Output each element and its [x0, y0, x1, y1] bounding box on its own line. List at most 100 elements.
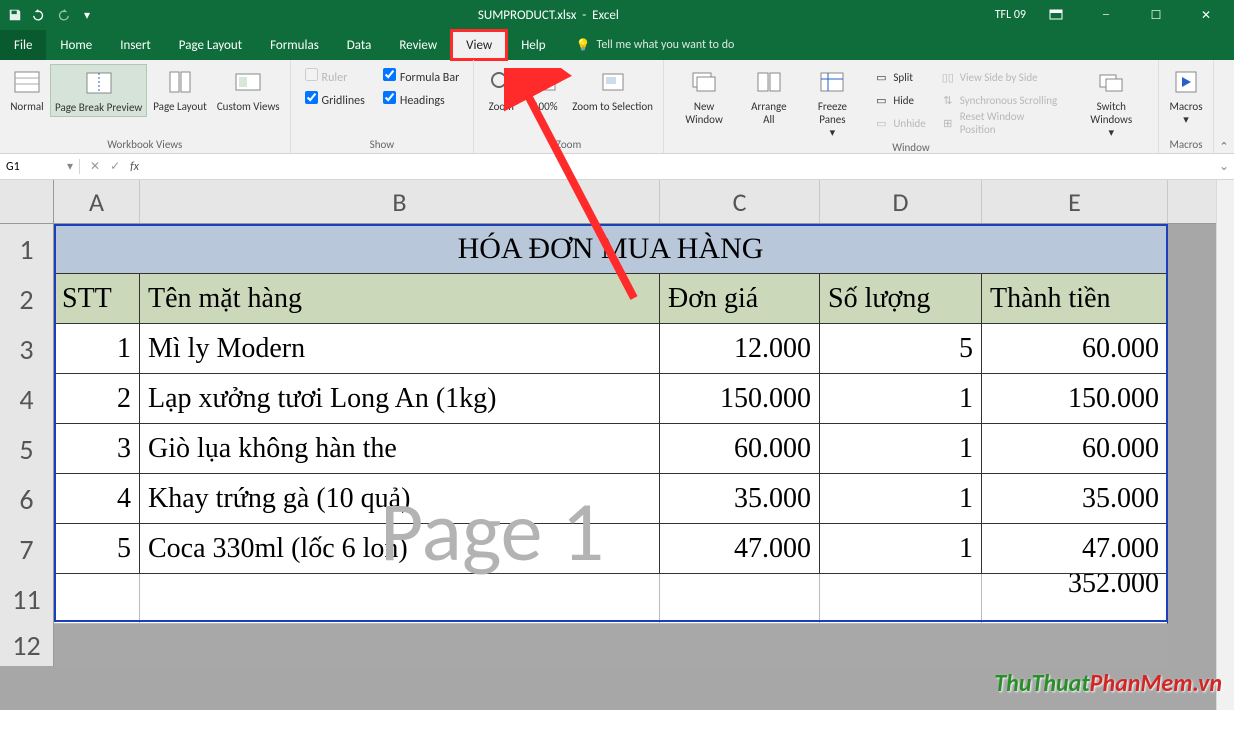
- maximize-icon[interactable]: ☐: [1136, 0, 1176, 30]
- cell[interactable]: [660, 574, 820, 624]
- normal-view-button[interactable]: Normal: [6, 64, 48, 115]
- vertical-scrollbar[interactable]: [1216, 180, 1234, 710]
- gridlines-checkbox[interactable]: Gridlines: [305, 91, 365, 108]
- cell[interactable]: 5: [54, 524, 140, 574]
- redo-icon[interactable]: [54, 6, 72, 24]
- row-header-5[interactable]: 5: [0, 424, 54, 474]
- row-header-7[interactable]: 7: [0, 524, 54, 574]
- new-window-button[interactable]: New Window: [670, 64, 738, 128]
- view-side-by-side-button: ▯▯View Side by Side: [940, 66, 1063, 88]
- cell[interactable]: [820, 574, 982, 624]
- cell[interactable]: 12.000: [660, 324, 820, 374]
- cell[interactable]: 60.000: [982, 424, 1168, 474]
- cell[interactable]: Coca 330ml (lốc 6 lon): [140, 524, 660, 574]
- row-header-11[interactable]: 11: [0, 574, 54, 624]
- undo-icon[interactable]: [30, 6, 48, 24]
- cell[interactable]: 35.000: [982, 474, 1168, 524]
- cell[interactable]: Lạp xưởng tươi Long An (1kg): [140, 374, 660, 424]
- formula-bar-checkbox[interactable]: Formula Bar: [383, 68, 459, 85]
- cell[interactable]: Số lượng: [820, 274, 982, 324]
- col-header-C[interactable]: C: [660, 180, 820, 223]
- hide-button[interactable]: ▭Hide: [873, 89, 925, 111]
- cell[interactable]: STT: [54, 274, 140, 324]
- cell[interactable]: Khay trứng gà (10 quả): [140, 474, 660, 524]
- cell[interactable]: [660, 624, 820, 666]
- cell[interactable]: Mì ly Modern: [140, 324, 660, 374]
- cell[interactable]: 35.000: [660, 474, 820, 524]
- switch-windows-button[interactable]: Switch Windows ▾: [1071, 64, 1152, 141]
- cell[interactable]: 1: [820, 524, 982, 574]
- ribbon-options-icon[interactable]: [1036, 0, 1076, 30]
- close-icon[interactable]: ✕: [1186, 0, 1226, 30]
- save-icon[interactable]: [6, 6, 24, 24]
- fx-icon[interactable]: fx: [130, 160, 139, 174]
- cell[interactable]: 1: [820, 374, 982, 424]
- headings-checkbox[interactable]: Headings: [383, 91, 459, 108]
- freeze-panes-button[interactable]: Freeze Panes ▾: [800, 64, 866, 141]
- title-cell[interactable]: HÓA ĐƠN MUA HÀNG: [54, 224, 1168, 274]
- custom-views-button[interactable]: Custom Views: [213, 64, 284, 115]
- collapse-ribbon-icon[interactable]: ⌃: [1214, 60, 1234, 153]
- tab-file[interactable]: File: [0, 30, 46, 60]
- cell[interactable]: Tên mặt hàng: [140, 274, 660, 324]
- col-header-E[interactable]: E: [982, 180, 1168, 223]
- macros-button[interactable]: Macros ▾: [1165, 64, 1207, 128]
- col-header-D[interactable]: D: [820, 180, 982, 223]
- row-header-6[interactable]: 6: [0, 474, 54, 524]
- chevron-down-icon[interactable]: ▾: [67, 159, 73, 174]
- cell[interactable]: 60.000: [982, 324, 1168, 374]
- cell[interactable]: 5: [820, 324, 982, 374]
- tab-formulas[interactable]: Formulas: [256, 30, 333, 60]
- cell[interactable]: 1: [54, 324, 140, 374]
- cell[interactable]: 1: [820, 474, 982, 524]
- cell[interactable]: [140, 624, 660, 666]
- row-header-12[interactable]: 12: [0, 624, 54, 666]
- cell[interactable]: 150.000: [660, 374, 820, 424]
- page-break-preview-button[interactable]: Page Break Preview: [50, 64, 147, 117]
- col-header-A[interactable]: A: [54, 180, 140, 223]
- zoom-button[interactable]: Zoom: [480, 64, 522, 115]
- tell-me[interactable]: 💡 Tell me what you want to do: [560, 30, 735, 60]
- user-name[interactable]: TFL 09: [995, 8, 1026, 22]
- cell[interactable]: Đơn giá: [660, 274, 820, 324]
- cell[interactable]: [820, 624, 982, 666]
- cell[interactable]: 4: [54, 474, 140, 524]
- tab-view[interactable]: View: [451, 30, 507, 60]
- tab-review[interactable]: Review: [385, 30, 451, 60]
- cell[interactable]: 60.000: [660, 424, 820, 474]
- cell[interactable]: 2: [54, 374, 140, 424]
- tab-home[interactable]: Home: [46, 30, 106, 60]
- row-header-2[interactable]: 2: [0, 274, 54, 324]
- page-layout-button[interactable]: Page Layout: [149, 64, 211, 115]
- cell[interactable]: 3: [54, 424, 140, 474]
- zoom-100-button[interactable]: 100100%: [524, 64, 566, 115]
- cell[interactable]: 150.000: [982, 374, 1168, 424]
- cell[interactable]: 352.000: [982, 574, 1168, 624]
- tab-page-layout[interactable]: Page Layout: [165, 30, 256, 60]
- cell[interactable]: 47.000: [982, 524, 1168, 574]
- cell[interactable]: [982, 624, 1168, 666]
- split-button[interactable]: ▭Split: [873, 66, 925, 88]
- qat-dropdown-icon[interactable]: ▾: [78, 6, 96, 24]
- cell[interactable]: [140, 574, 660, 624]
- tab-help[interactable]: Help: [507, 30, 559, 60]
- cell[interactable]: [54, 574, 140, 624]
- row-header-1[interactable]: 1: [0, 224, 54, 274]
- tab-insert[interactable]: Insert: [106, 30, 165, 60]
- expand-formula-bar-icon[interactable]: ⌄: [1214, 159, 1234, 174]
- minimize-icon[interactable]: ─: [1086, 0, 1126, 30]
- arrange-all-button[interactable]: Arrange All: [740, 64, 797, 128]
- select-all-corner[interactable]: [0, 180, 54, 223]
- row-header-3[interactable]: 3: [0, 324, 54, 374]
- col-header-B[interactable]: B: [140, 180, 660, 223]
- cell[interactable]: 1: [820, 424, 982, 474]
- worksheet-area[interactable]: A B C D E 1 HÓA ĐƠN MUA HÀNG 2 STT Tên m…: [0, 180, 1234, 710]
- cell[interactable]: Thành tiền: [982, 274, 1168, 324]
- zoom-to-selection-button[interactable]: Zoom to Selection: [568, 64, 657, 115]
- cell[interactable]: 47.000: [660, 524, 820, 574]
- row-header-4[interactable]: 4: [0, 374, 54, 424]
- name-box[interactable]: G1▾: [0, 159, 80, 174]
- tab-data[interactable]: Data: [333, 30, 386, 60]
- cell[interactable]: [54, 624, 140, 666]
- cell[interactable]: Giò lụa không hàn the: [140, 424, 660, 474]
